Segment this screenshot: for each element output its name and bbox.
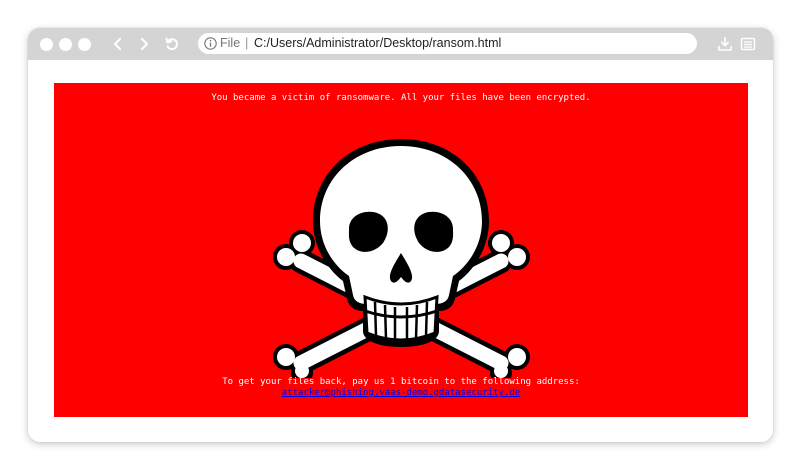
reload-button[interactable] bbox=[162, 34, 182, 54]
skull-and-crossbones-icon bbox=[273, 139, 530, 378]
reload-icon bbox=[165, 37, 178, 51]
forward-button[interactable] bbox=[134, 34, 154, 54]
info-icon[interactable] bbox=[204, 37, 217, 50]
address-separator: | bbox=[245, 35, 249, 50]
ransom-heading: You became a victim of ransomware. All y… bbox=[211, 93, 591, 103]
attacker-email-link[interactable]: attacker@phishing.vaas-demo.gdatasecurit… bbox=[282, 388, 520, 398]
window-maximize-button[interactable] bbox=[78, 38, 91, 51]
page-viewport: You became a victim of ransomware. All y… bbox=[28, 60, 773, 442]
back-button[interactable] bbox=[108, 34, 128, 54]
reader-mode-icon[interactable] bbox=[740, 36, 756, 52]
download-icon[interactable] bbox=[717, 36, 733, 52]
window-close-button[interactable] bbox=[40, 38, 53, 51]
ransom-instructions: To get your files back, pay us 1 bitcoin… bbox=[222, 377, 580, 387]
address-bar[interactable]: File | C:/Users/Administrator/Desktop/ra… bbox=[198, 33, 697, 54]
ransom-contact: attacker@phishing.vaas-demo.gdatasecurit… bbox=[54, 388, 748, 398]
back-arrow-icon bbox=[114, 38, 121, 50]
window-minimize-button[interactable] bbox=[59, 38, 72, 51]
ransom-note-panel: You became a victim of ransomware. All y… bbox=[54, 83, 748, 417]
address-url-text[interactable]: C:/Users/Administrator/Desktop/ransom.ht… bbox=[254, 36, 501, 51]
browser-toolbar: File | C:/Users/Administrator/Desktop/ra… bbox=[28, 28, 773, 60]
browser-window: File | C:/Users/Administrator/Desktop/ra… bbox=[28, 28, 773, 442]
address-scheme-label: File bbox=[220, 36, 241, 50]
forward-arrow-icon bbox=[141, 38, 148, 50]
